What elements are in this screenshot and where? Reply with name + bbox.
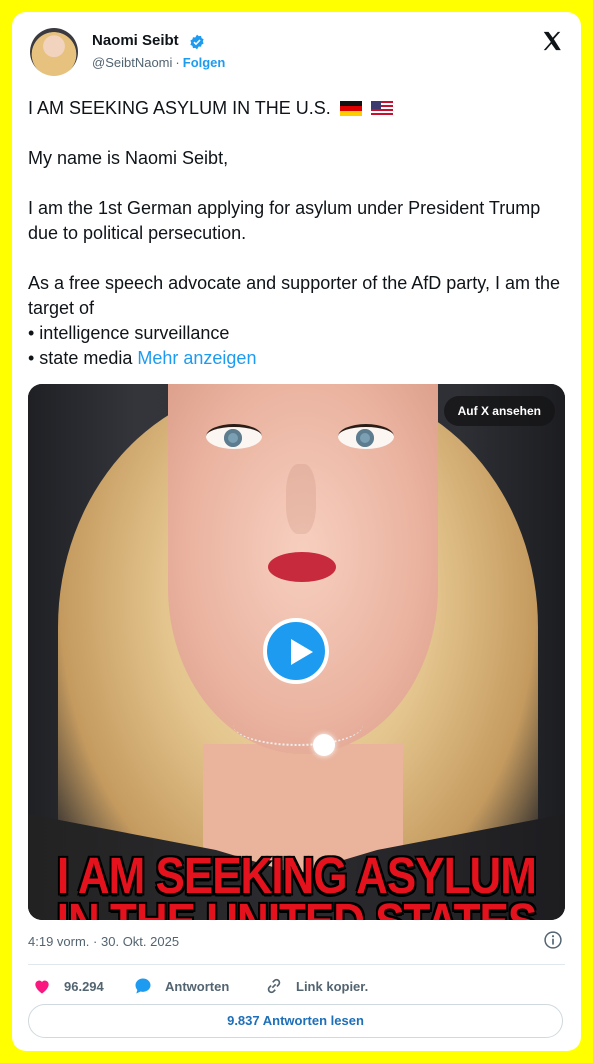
follow-link[interactable]: Folgen — [183, 55, 226, 70]
avatar[interactable] — [30, 28, 78, 76]
handle-separator: · — [175, 55, 180, 70]
like-count: 96.294 — [64, 978, 104, 994]
tweet-text: I AM SEEKING ASYLUM IN THE U.S. My name … — [28, 96, 568, 371]
tweet-headline: I AM SEEKING ASYLUM IN THE U.S. — [28, 96, 568, 121]
play-icon[interactable] — [263, 618, 329, 684]
reply-bubble-icon — [135, 978, 151, 994]
necklace-chain — [233, 704, 363, 746]
video-caption-line2: IN THE UNITED STATES — [28, 894, 565, 920]
tweet-line-name: My name is Naomi Seibt, — [28, 148, 229, 168]
reply-label: Antworten — [165, 978, 230, 994]
author-name[interactable]: Naomi Seibt — [92, 32, 179, 49]
heart-icon — [35, 980, 49, 994]
reply-button[interactable]: Antworten — [133, 974, 229, 998]
action-bar: 96.294 Antworten Link kopier. — [28, 974, 568, 998]
video-frame-face — [168, 384, 438, 754]
tweet-bullet-media: • state media Mehr anzeigen — [28, 348, 257, 368]
tweet-timestamp[interactable]: 4:19 vorm. · 30. Okt. 2025 — [28, 934, 179, 949]
video-player[interactable]: Auf X ansehen I AM SEEKING ASYLUM IN THE… — [28, 384, 565, 920]
necklace-pendant — [313, 734, 335, 756]
info-icon[interactable] — [543, 930, 563, 950]
tweet-line-advocate: As a free speech advocate and supporter … — [28, 273, 560, 318]
read-replies-button[interactable]: 9.837 Antworten lesen — [28, 1004, 563, 1038]
flag-usa-icon — [370, 101, 393, 116]
tweet-line-asylum: I am the 1st German applying for asylum … — [28, 198, 541, 243]
copy-link-label: Link kopier. — [296, 978, 369, 994]
tweet-bullet-surveillance: • intelligence surveillance — [28, 323, 230, 343]
tweet-embed-card: Naomi Seibt @SeibtNaomi · Folgen I AM SEEK… — [12, 12, 581, 1051]
show-more-link[interactable]: Mehr anzeigen — [137, 348, 256, 368]
like-button[interactable]: 96.294 — [32, 974, 104, 998]
author-handle[interactable]: @SeibtNaomi — [92, 55, 172, 70]
x-logo-icon[interactable] — [541, 30, 563, 52]
view-on-x-button[interactable]: Auf X ansehen — [443, 396, 555, 426]
flag-germany-icon — [339, 101, 362, 116]
verified-badge-icon — [190, 34, 204, 50]
handle-row: @SeibtNaomi · Folgen — [92, 55, 225, 70]
link-icon — [267, 978, 281, 994]
copy-link-button[interactable]: Link kopier. — [264, 974, 368, 998]
divider — [28, 964, 565, 965]
